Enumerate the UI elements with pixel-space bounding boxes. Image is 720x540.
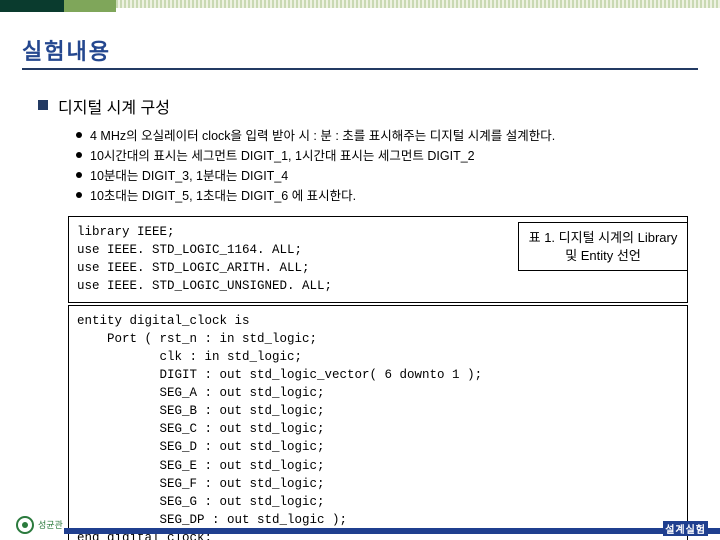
list-item: 10초대는 DIGIT_5, 1초대는 DIGIT_6 에 표시한다. (76, 186, 696, 206)
section-heading: 디지털 시계 구성 (58, 94, 170, 118)
bullet-list: 4 MHz의 오실레이터 clock을 입력 받아 시 : 분 : 초를 표시해… (76, 126, 696, 206)
footer-right-label: 설계실험 (663, 521, 708, 536)
table-caption-1: 표 1. 디지털 시계의 Library 및 Entity 선언 (518, 222, 688, 271)
title-container: 실험내용 (22, 34, 698, 70)
section-heading-row: 디지털 시계 구성 (38, 94, 696, 118)
top-decor-green (64, 0, 116, 12)
page-title: 실험내용 (22, 34, 698, 66)
square-bullet-icon (38, 100, 48, 110)
logo-text: 성균관 (38, 521, 63, 530)
top-decor-stripe (116, 0, 720, 8)
top-decor-bar (0, 0, 720, 12)
list-item: 10분대는 DIGIT_3, 1분대는 DIGIT_4 (76, 166, 696, 186)
content-area: 디지털 시계 구성 4 MHz의 오실레이터 clock을 입력 받아 시 : … (38, 94, 696, 540)
bullet-text: 10분대는 DIGIT_3, 1분대는 DIGIT_4 (90, 166, 288, 186)
bullet-text: 4 MHz의 오실레이터 clock을 입력 받아 시 : 분 : 초를 표시해… (90, 126, 555, 146)
footer: 설계실험 성균관 (0, 520, 720, 540)
list-item: 10시간대의 표시는 세그먼트 DIGIT_1, 1시간대 표시는 세그먼트 D… (76, 146, 696, 166)
logo-ring-icon (16, 516, 34, 534)
code-block-entity: entity digital_clock is Port ( rst_n : i… (68, 305, 688, 540)
footer-logo: 성균관 (16, 516, 63, 534)
disc-bullet-icon (76, 192, 82, 198)
top-decor-dark (0, 0, 64, 12)
bullet-text: 10시간대의 표시는 세그먼트 DIGIT_1, 1시간대 표시는 세그먼트 D… (90, 146, 475, 166)
bullet-text: 10초대는 DIGIT_5, 1초대는 DIGIT_6 에 표시한다. (90, 186, 356, 206)
disc-bullet-icon (76, 172, 82, 178)
code-area: library IEEE; use IEEE. STD_LOGIC_1164. … (68, 216, 696, 540)
disc-bullet-icon (76, 132, 82, 138)
list-item: 4 MHz의 오실레이터 clock을 입력 받아 시 : 분 : 초를 표시해… (76, 126, 696, 146)
disc-bullet-icon (76, 152, 82, 158)
slide: 실험내용 디지털 시계 구성 4 MHz의 오실레이터 clock을 입력 받아… (0, 0, 720, 540)
footer-bar (64, 528, 720, 534)
